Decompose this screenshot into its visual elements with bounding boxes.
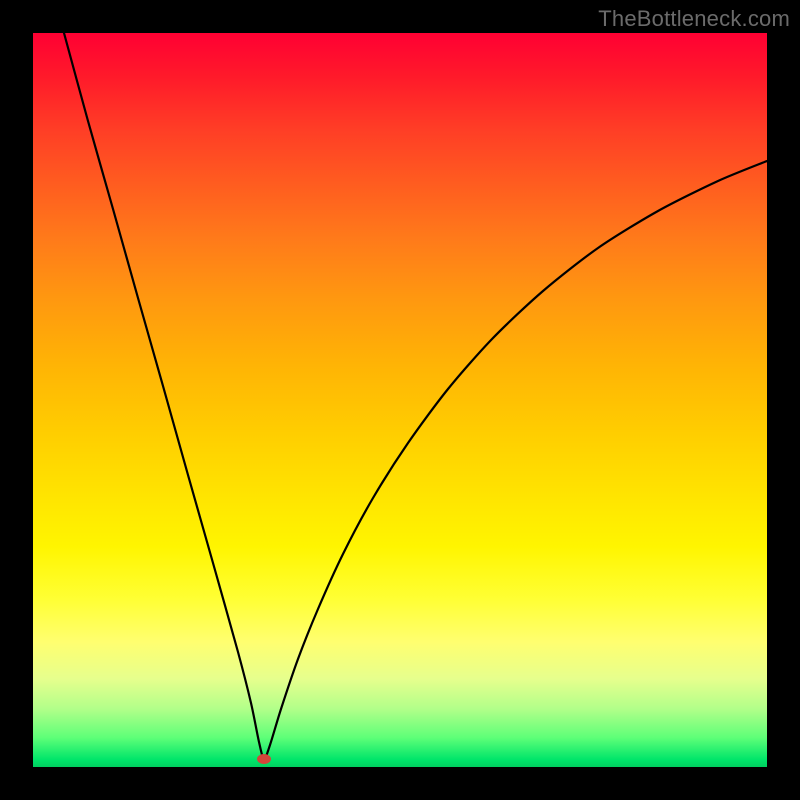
plot-area	[33, 33, 767, 767]
bottleneck-curve	[64, 33, 767, 759]
optimum-marker	[257, 754, 271, 764]
watermark-text: TheBottleneck.com	[598, 6, 790, 32]
chart-frame: TheBottleneck.com	[0, 0, 800, 800]
chart-svg	[33, 33, 767, 767]
